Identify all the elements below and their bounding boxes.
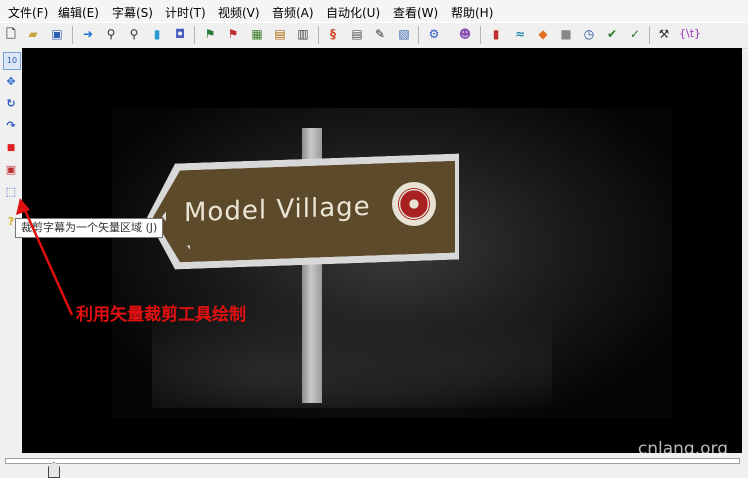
stop-icon[interactable]: ■ xyxy=(558,26,574,42)
new-file-icon[interactable]: 🗋 xyxy=(3,26,19,42)
properties-icon[interactable]: ▤ xyxy=(349,26,365,42)
toolbar: 🗋 ▰ ▣ ➜ ⚲ ⚲ ▮ ◘ ⚑ ⚑ ▦ ▤ ▥ § ▤ ✎ ▧ ⚙ ☻ ▮ … xyxy=(0,22,748,49)
menu-help[interactable]: 帮助(H) xyxy=(451,4,493,21)
toolbar-separator xyxy=(318,26,319,44)
seek-thumb[interactable] xyxy=(48,462,60,478)
rect-clip-icon[interactable]: ▣ xyxy=(3,162,19,178)
menu-timing[interactable]: 计时(T) xyxy=(165,4,206,21)
menu-edit[interactable]: 编辑(E) xyxy=(58,4,99,21)
tooltip: 裁剪字幕为一个矢量区域 (J) xyxy=(15,218,164,238)
zoom-in-icon[interactable]: ⚲ xyxy=(103,26,119,42)
scale-icon[interactable]: ■ xyxy=(3,140,19,156)
drag-tool-icon[interactable]: ✥ xyxy=(3,74,19,90)
video-tools-bar: 10 ✥ ↻ ↷ ■ ▣ ⬚ ? xyxy=(0,48,22,453)
jar-icon[interactable]: ◘ xyxy=(172,26,188,42)
jump-to-icon[interactable]: ➜ xyxy=(80,26,96,42)
save-icon[interactable]: ▣ xyxy=(49,26,65,42)
menu-audio[interactable]: 音频(A) xyxy=(272,4,314,21)
flag-red-icon[interactable]: ⚑ xyxy=(225,26,241,42)
standard-tool-icon[interactable]: 10 xyxy=(3,52,21,70)
watermark: cnlang.org xyxy=(637,439,728,453)
vector-clip-icon[interactable]: ⬚ xyxy=(3,184,19,200)
zoom-out-icon[interactable]: ⚲ xyxy=(126,26,142,42)
script-icon[interactable]: § xyxy=(325,26,341,42)
karaoke-tag-icon[interactable]: {\t} xyxy=(679,26,701,42)
film-grid-icon[interactable]: ▥ xyxy=(295,26,311,42)
audio-tool-icon[interactable]: ▮ xyxy=(488,26,504,42)
menu-video[interactable]: 视频(V) xyxy=(218,4,260,21)
automation-icon[interactable]: ⚙ xyxy=(426,26,442,42)
video-display[interactable]: Model Village cnlang.org xyxy=(22,48,742,453)
rotate-z-icon[interactable]: ↻ xyxy=(3,96,19,112)
bottle-icon[interactable]: ▮ xyxy=(149,26,165,42)
spell-check-icon[interactable]: ✔ xyxy=(604,26,620,42)
styles-icon[interactable]: ▧ xyxy=(396,26,412,42)
toolbar-separator xyxy=(72,26,73,44)
toolbar-separator xyxy=(418,26,419,44)
menu-view[interactable]: 查看(W) xyxy=(393,4,438,21)
toolbar-separator xyxy=(649,26,650,44)
rotate-xy-icon[interactable]: ↷ xyxy=(3,118,19,134)
rose-emblem-icon xyxy=(392,182,436,226)
toolbar-separator xyxy=(480,26,481,44)
clock-icon[interactable]: ◷ xyxy=(581,26,597,42)
check-icon[interactable]: ✓ xyxy=(627,26,643,42)
seek-track[interactable] xyxy=(5,458,740,464)
menu-subtitle[interactable]: 字幕(S) xyxy=(112,4,153,21)
annotation-text: 利用矢量裁剪工具绘制 xyxy=(76,305,246,325)
fish-icon[interactable]: ◆ xyxy=(535,26,551,42)
avatar-icon[interactable]: ☻ xyxy=(457,26,473,42)
film-strip-icon[interactable]: ▤ xyxy=(272,26,288,42)
open-folder-icon[interactable]: ▰ xyxy=(25,26,41,42)
video-seek-bar[interactable] xyxy=(0,453,748,478)
flag-icon[interactable]: ⚑ xyxy=(202,26,218,42)
splash-icon[interactable]: ≈ xyxy=(512,26,528,42)
toolbar-separator xyxy=(194,26,195,44)
tools-icon[interactable]: ⚒ xyxy=(656,26,672,42)
menu-automation[interactable]: 自动化(U) xyxy=(326,4,380,21)
menu-bar: 文件(F) 编辑(E) 字幕(S) 计时(T) 视频(V) 音频(A) 自动化(… xyxy=(0,0,748,22)
grid-select-icon[interactable]: ▦ xyxy=(249,26,265,42)
menu-file[interactable]: 文件(F) xyxy=(8,4,48,21)
pencil-icon[interactable]: ✎ xyxy=(372,26,388,42)
